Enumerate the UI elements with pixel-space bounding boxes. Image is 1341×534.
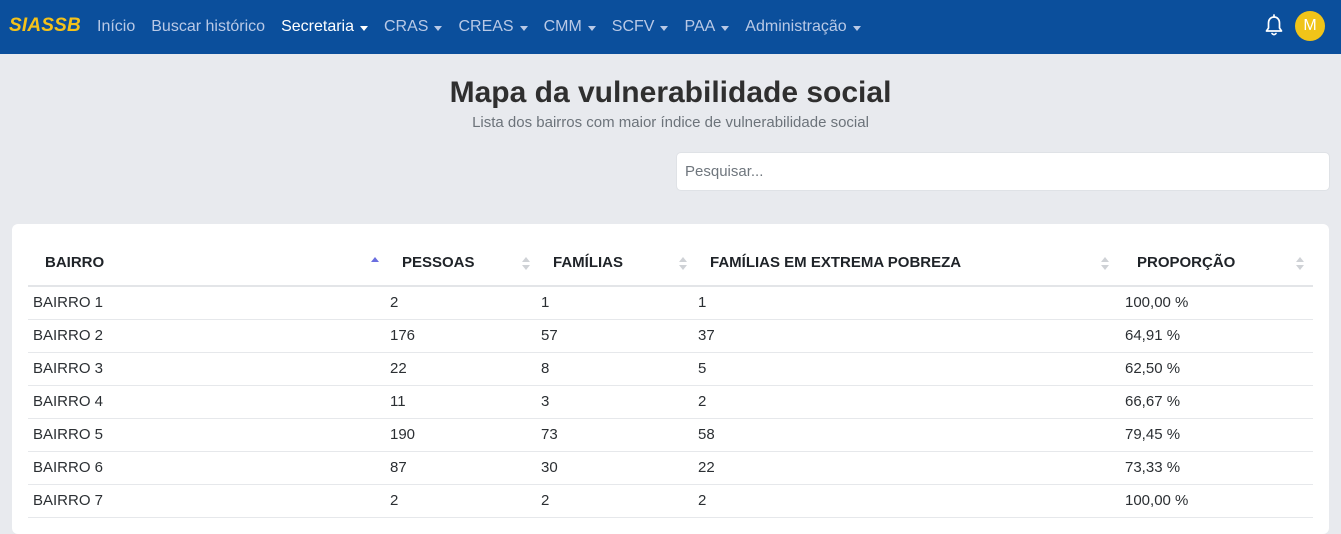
table-cell: 22 xyxy=(385,352,536,386)
column-header-label: BAIRRO xyxy=(45,254,105,271)
nav-item-label: Buscar histórico xyxy=(151,18,266,35)
table-cell: 11 xyxy=(385,385,536,419)
table-cell: 2 xyxy=(385,484,536,518)
main-nav: Início Buscar histórico Secretaria CRAS CREA… xyxy=(97,0,877,54)
nav-item-label: Início xyxy=(97,18,136,35)
sort-arrows-icon[interactable] xyxy=(1101,257,1109,271)
column-header-familias-extrema-pobreza[interactable]: FAMÍLIAS EM EXTREMA POBREZA xyxy=(693,240,1120,287)
table-cell: 2 xyxy=(693,484,1120,518)
table-cell: 73,33 % xyxy=(1120,451,1313,485)
search-input[interactable] xyxy=(676,152,1330,191)
table-cell: 1 xyxy=(536,286,693,320)
table-cell: 57 xyxy=(536,319,693,353)
table-cell: BAIRRO 2 xyxy=(28,319,385,353)
table-cell: 100,00 % xyxy=(1120,484,1313,518)
table-cell: 66,67 % xyxy=(1120,385,1313,419)
nav-item-label: PAA xyxy=(684,18,716,35)
table-cell: 22 xyxy=(693,451,1120,485)
table-cell: 37 xyxy=(693,319,1120,353)
table-body: BAIRRO 1 2 1 1 100,00 % BAIRRO 2 176 57 37 64,91 … xyxy=(28,286,1313,518)
sort-arrows-icon[interactable] xyxy=(522,257,530,271)
column-header-label: PESSOAS xyxy=(402,254,475,271)
nav-item-label: Administração xyxy=(745,18,847,35)
column-header-label: FAMÍLIAS EM EXTREMA POBREZA xyxy=(710,254,962,271)
table-cell: BAIRRO 1 xyxy=(28,286,385,320)
table-card: BAIRRO PESSOAS FAMÍLIAS FAMÍLIAS EM EXTR… xyxy=(12,224,1329,534)
caret-down-icon xyxy=(852,25,861,31)
table-cell: BAIRRO 4 xyxy=(28,385,385,419)
nav-item-secretaria[interactable]: Secretaria xyxy=(281,18,368,36)
caret-down-icon xyxy=(587,25,596,31)
table-row[interactable]: BAIRRO 7 2 2 2 100,00 % xyxy=(28,484,1313,518)
page-title: Mapa da vulnerabilidade social xyxy=(449,76,892,109)
table-cell: BAIRRO 7 xyxy=(28,484,385,518)
vulnerability-table: BAIRRO PESSOAS FAMÍLIAS FAMÍLIAS EM EXTR… xyxy=(28,240,1313,518)
sort-arrows-icon[interactable] xyxy=(679,257,687,271)
table-cell: 100,00 % xyxy=(1120,286,1313,320)
table-cell: 190 xyxy=(385,418,536,452)
table-row[interactable]: BAIRRO 3 22 8 5 62,50 % xyxy=(28,352,1313,386)
nav-item-creas[interactable]: CREAS xyxy=(458,18,528,36)
table-row[interactable]: BAIRRO 2 176 57 37 64,91 % xyxy=(28,319,1313,353)
table-cell: 64,91 % xyxy=(1120,319,1313,353)
user-avatar[interactable]: M xyxy=(1295,11,1325,41)
column-header-proporcao[interactable]: PROPORÇÃO xyxy=(1120,240,1313,287)
nav-item-label: CREAS xyxy=(458,18,514,35)
column-header-label: PROPORÇÃO xyxy=(1137,254,1236,271)
nav-item-administra-o[interactable]: Administração xyxy=(745,18,861,36)
caret-down-icon xyxy=(434,25,443,31)
nav-item-cras[interactable]: CRAS xyxy=(384,18,443,36)
brand-logo[interactable]: SIASSB xyxy=(9,15,81,37)
table-cell: BAIRRO 3 xyxy=(28,352,385,386)
nav-item-in-cio[interactable]: Início xyxy=(97,18,135,36)
table-row[interactable]: BAIRRO 1 2 1 1 100,00 % xyxy=(28,286,1313,320)
table-cell: 2 xyxy=(385,286,536,320)
nav-item-cmm[interactable]: CMM xyxy=(544,18,596,36)
column-header-familias[interactable]: FAMÍLIAS xyxy=(536,240,693,287)
sort-arrows-icon[interactable] xyxy=(1296,257,1304,271)
nav-item-paa[interactable]: PAA xyxy=(684,18,730,36)
nav-item-buscar-hist-rico[interactable]: Buscar histórico xyxy=(151,18,265,36)
caret-down-icon xyxy=(660,25,669,31)
table-cell: BAIRRO 5 xyxy=(28,418,385,452)
column-header-pessoas[interactable]: PESSOAS xyxy=(385,240,536,287)
sort-arrows-icon[interactable] xyxy=(371,257,379,271)
table-cell: 8 xyxy=(536,352,693,386)
table-row[interactable]: BAIRRO 4 11 3 2 66,67 % xyxy=(28,385,1313,419)
table-cell: 62,50 % xyxy=(1120,352,1313,386)
table-cell: 5 xyxy=(693,352,1120,386)
nav-item-scfv[interactable]: SCFV xyxy=(612,18,669,36)
top-navbar: SIASSB Início Buscar histórico Secretaria C… xyxy=(0,0,1341,54)
column-header-bairro[interactable]: BAIRRO xyxy=(28,240,385,287)
column-header-label: FAMÍLIAS xyxy=(553,254,623,271)
nav-item-label: Secretaria xyxy=(281,18,354,35)
nav-item-label: SCFV xyxy=(611,18,655,35)
table-cell: 2 xyxy=(536,484,693,518)
table-cell: 58 xyxy=(693,418,1120,452)
table-cell: 1 xyxy=(693,286,1120,320)
table-cell: 73 xyxy=(536,418,693,452)
table-cell: 176 xyxy=(385,319,536,353)
table-row[interactable]: BAIRRO 5 190 73 58 79,45 % xyxy=(28,418,1313,452)
table-cell: 2 xyxy=(693,385,1120,419)
table-row[interactable]: BAIRRO 6 87 30 22 73,33 % xyxy=(28,451,1313,485)
table-cell: 30 xyxy=(536,451,693,485)
caret-down-icon xyxy=(519,25,528,31)
table-header-row: BAIRRO PESSOAS FAMÍLIAS FAMÍLIAS EM EXTR… xyxy=(28,240,1313,287)
nav-item-label: CRAS xyxy=(384,18,429,35)
table-cell: BAIRRO 6 xyxy=(28,451,385,485)
caret-down-icon xyxy=(721,25,730,31)
table-cell: 87 xyxy=(385,451,536,485)
nav-item-label: CMM xyxy=(543,18,582,35)
table-cell: 3 xyxy=(536,385,693,419)
caret-down-icon xyxy=(360,25,368,31)
bell-icon[interactable] xyxy=(1264,14,1284,38)
table-cell: 79,45 % xyxy=(1120,418,1313,452)
page-subtitle: Lista dos bairros com maior índice de vu… xyxy=(472,114,869,131)
